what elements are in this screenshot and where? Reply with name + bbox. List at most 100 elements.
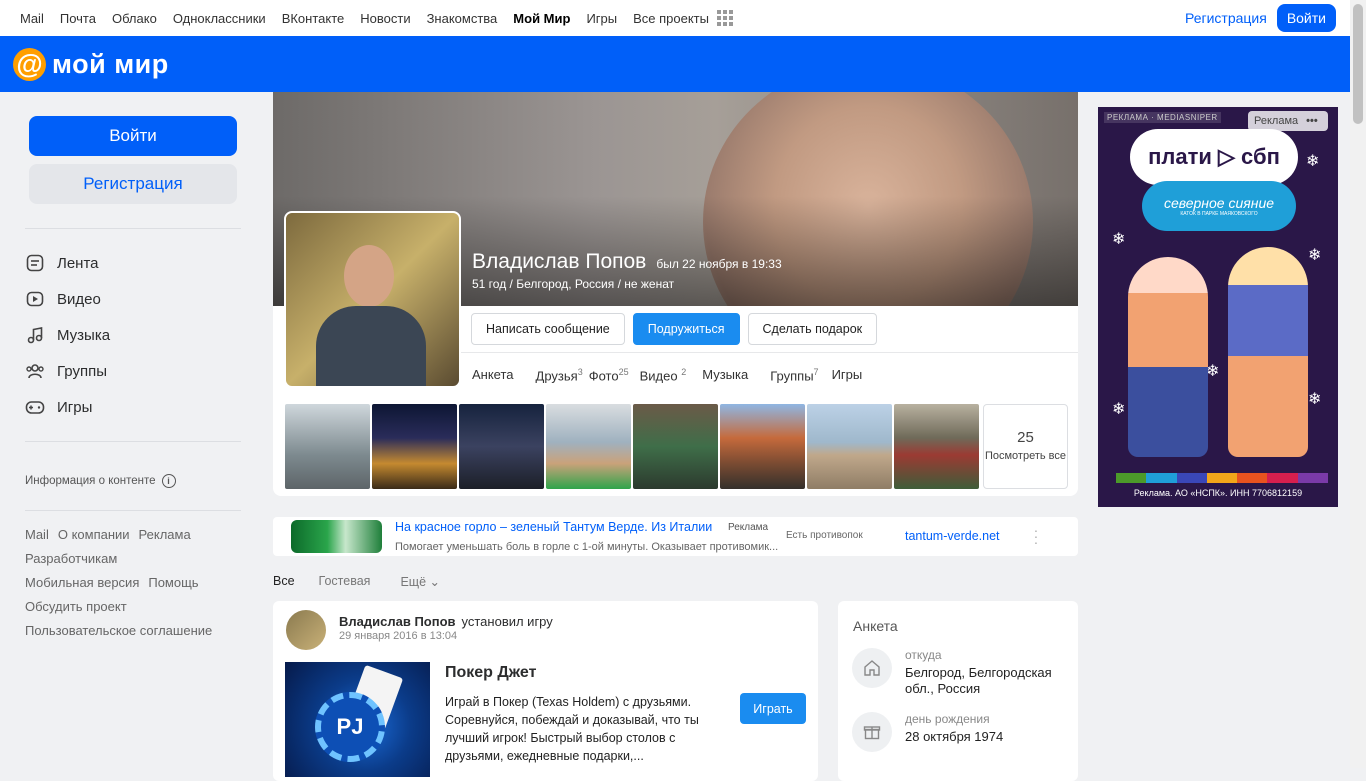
site-header: @ мой мир [0, 36, 1350, 92]
photo-thumb[interactable] [633, 404, 718, 489]
photos-count: 25 [1017, 428, 1034, 446]
photo-thumb[interactable] [894, 404, 979, 489]
tab-music[interactable]: Музыка [702, 367, 748, 383]
tab-all[interactable]: Все [273, 574, 295, 589]
info-value: Белгород, Белгородская обл., Россия [905, 665, 1052, 696]
banner-ad-label[interactable]: Реклама ••• [1248, 111, 1328, 131]
photo-thumb[interactable] [546, 404, 631, 489]
send-gift-button[interactable]: Сделать подарок [747, 313, 878, 345]
ad-text: Помогает уменьшать боль в горле с 1-ой м… [395, 541, 779, 553]
topbar-register-link[interactable]: Регистрация [1185, 10, 1267, 26]
footer-link-developers[interactable]: Разработчикам [25, 551, 117, 566]
logo-text[interactable]: мой мир [52, 49, 169, 80]
topnav-games[interactable]: Игры [586, 11, 617, 26]
ad-thumbnail[interactable] [291, 520, 382, 553]
profile-avatar[interactable] [284, 211, 461, 388]
divider [25, 510, 241, 511]
divider [25, 441, 241, 442]
groups-icon [25, 361, 45, 381]
info-label: день рождения [905, 712, 990, 726]
profile-name-line: Владислав Попов был 22 ноября в 19:33 [472, 250, 782, 274]
sidebar-item-groups[interactable]: Группы [25, 353, 241, 389]
tab-groups[interactable]: Группы7 [770, 367, 818, 383]
post-author[interactable]: Владислав Попов [339, 614, 456, 629]
photo-thumb[interactable] [459, 404, 544, 489]
topnav-all-projects[interactable]: Все проекты [633, 11, 709, 26]
avatar[interactable] [286, 610, 326, 650]
footer-link-mail[interactable]: Mail [25, 527, 49, 542]
tab-friends[interactable]: Друзья3 [536, 367, 583, 383]
feed-tabs: Все Гостевая Ещё ⌄ [273, 574, 440, 589]
topnav-ok[interactable]: Одноклассники [173, 11, 266, 26]
footer-links: Mail О компании Реклама Разработчикам Моби… [25, 523, 241, 643]
ad-strip[interactable]: На красное горло – зеленый Тантум Верде.… [273, 517, 1078, 556]
tab-videos[interactable]: Видео 2 [640, 367, 687, 383]
tab-photos[interactable]: Фото25 [589, 367, 629, 383]
scrollbar-thumb[interactable] [1353, 4, 1363, 124]
info-row-birthday: день рождения 28 октября 1974 [852, 712, 1003, 752]
profile-tabs: Анкета Друзья3 Фото25 Видео 2 Музыка Гру… [472, 367, 884, 383]
photo-thumb[interactable] [720, 404, 805, 489]
info-icon: i [161, 474, 176, 488]
sidebar-item-feed[interactable]: Лента [25, 245, 241, 281]
banner-color-stripes [1116, 473, 1328, 483]
banner-source: РЕКЛАМА · MEDIASNIPER [1104, 112, 1221, 123]
ad-domain[interactable]: tantum-verde.net [905, 529, 1000, 543]
profile-meta: 51 год / Белгород, Россия / не женат [472, 277, 675, 291]
send-message-button[interactable]: Написать сообщение [471, 313, 625, 345]
sidebar-item-video[interactable]: Видео [25, 281, 241, 317]
topnav-mail[interactable]: Mail [20, 11, 44, 26]
footer-link-discuss[interactable]: Обсудить проект [25, 599, 127, 614]
game-title[interactable]: Покер Джет [445, 664, 536, 682]
play-button[interactable]: Играть [740, 693, 806, 724]
footer-link-mobile[interactable]: Мобильная версия [25, 575, 139, 590]
more-options-icon[interactable]: ••• [1306, 115, 1318, 127]
right-ad-banner[interactable]: РЕКЛАМА · MEDIASNIPER Реклама ••• плати ▷… [1098, 107, 1338, 507]
logo-at-icon[interactable]: @ [13, 47, 46, 81]
content-info[interactable]: Информация о контенте i [25, 474, 241, 488]
poker-chip: PJ [315, 692, 385, 762]
ad-text-secondary: Есть противопок [786, 530, 863, 541]
topnav-vk[interactable]: ВКонтакте [282, 11, 345, 26]
topnav-moymir[interactable]: Мой Мир [513, 11, 570, 26]
topbar-login-button[interactable]: Войти [1276, 4, 1336, 32]
music-icon [25, 325, 45, 345]
footer-link-terms[interactable]: Пользовательское соглашение [25, 623, 212, 638]
sidebar-item-games[interactable]: Игры [25, 389, 241, 425]
post-date[interactable]: 29 января 2016 в 13:04 [339, 630, 457, 642]
sidebar-login-button[interactable]: Войти [29, 116, 237, 156]
sidebar-item-music[interactable]: Музыка [25, 317, 241, 353]
footer-link-about[interactable]: О компании [58, 527, 130, 542]
topnav-cloud[interactable]: Облако [112, 11, 157, 26]
topnav-pochta[interactable]: Почта [60, 11, 96, 26]
tab-count: 2 [681, 367, 687, 377]
snowflake-icon: ❄ [1308, 247, 1322, 264]
tab-more[interactable]: Ещё ⌄ [400, 574, 440, 589]
gamepad-icon [25, 397, 45, 417]
photo-thumb[interactable] [285, 404, 370, 489]
apps-grid-icon[interactable] [716, 10, 733, 26]
portal-nav: Mail Почта Облако Одноклассники ВКонтакт… [20, 10, 749, 26]
tab-anketa[interactable]: Анкета [472, 367, 514, 383]
see-all-photos-button[interactable]: 25 Посмотреть все [983, 404, 1068, 489]
tab-label: Видео [639, 368, 678, 384]
more-options-icon[interactable]: · · · [1033, 523, 1039, 549]
snowflake-icon: ❄ [1112, 401, 1126, 418]
ad-title[interactable]: На красное горло – зеленый Тантум Верде.… [395, 520, 712, 534]
game-image[interactable]: PJ [285, 662, 430, 777]
photo-thumb[interactable] [372, 404, 457, 489]
footer-link-ads[interactable]: Реклама [139, 527, 191, 542]
tab-guestbook[interactable]: Гостевая [319, 574, 371, 589]
post-action: установил игру [461, 614, 553, 629]
sidebar-register-button[interactable]: Регистрация [29, 164, 237, 204]
photo-thumb[interactable] [807, 404, 892, 489]
topnav-news[interactable]: Новости [360, 11, 410, 26]
snowflake-icon: ❄ [1112, 231, 1126, 248]
page-scrollbar[interactable] [1350, 0, 1366, 768]
last-seen: был 22 ноября в 19:33 [656, 257, 782, 271]
tab-games[interactable]: Игры [832, 367, 863, 383]
post-header: Владислав Попов установил игру [339, 614, 553, 629]
add-friend-button[interactable]: Подружиться [632, 313, 740, 345]
footer-link-help[interactable]: Помощь [148, 575, 198, 590]
topnav-dating[interactable]: Знакомства [427, 11, 498, 26]
